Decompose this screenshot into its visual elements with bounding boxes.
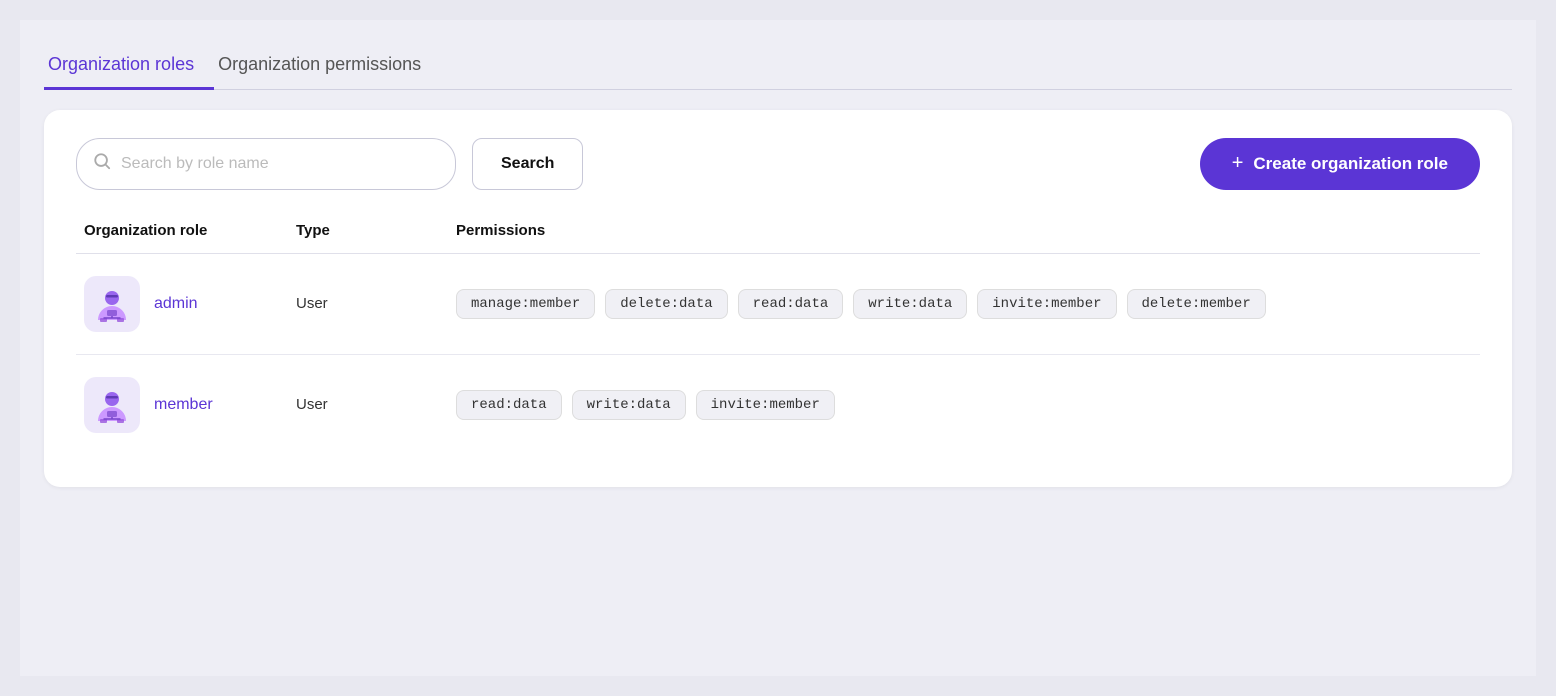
permissions-cell-member: read:data write:data invite:member: [456, 354, 1480, 455]
table-row: admin Usermanage:member delete:data read:d…: [76, 253, 1480, 354]
role-name-member[interactable]: member: [154, 396, 213, 414]
tab-org-roles[interactable]: Organization roles: [44, 44, 214, 90]
col-header-role: Organization role: [76, 214, 296, 254]
roles-table: Organization role Type Permissions: [76, 214, 1480, 455]
role-cell-member: member: [76, 354, 296, 455]
main-container: Organization roles Organization permissi…: [44, 44, 1512, 487]
card: Search + Create organization role Organi…: [44, 110, 1512, 487]
role-cell-admin: admin: [76, 253, 296, 354]
permission-badge: manage:member: [456, 289, 595, 319]
permission-badge: invite:member: [977, 289, 1116, 319]
role-avatar-admin: [84, 276, 140, 332]
permission-badge: read:data: [738, 289, 844, 319]
table-row: member Userread:data write:data invite:mem…: [76, 354, 1480, 455]
type-cell-admin: User: [296, 253, 456, 354]
create-button-label: Create organization role: [1253, 154, 1448, 174]
search-input[interactable]: [121, 155, 439, 173]
permissions-cell-admin: manage:member delete:data read:data write:d…: [456, 253, 1480, 354]
permissions-list-member: read:data write:data invite:member: [456, 390, 1480, 420]
role-cell-inner: member: [76, 377, 296, 433]
permission-badge: delete:member: [1127, 289, 1266, 319]
role-cell-inner: admin: [76, 276, 296, 332]
search-button[interactable]: Search: [472, 138, 583, 190]
col-header-permissions: Permissions: [456, 214, 1480, 254]
toolbar: Search + Create organization role: [76, 138, 1480, 190]
tab-org-permissions[interactable]: Organization permissions: [214, 44, 441, 90]
col-header-type: Type: [296, 214, 456, 254]
permission-badge: delete:data: [605, 289, 727, 319]
permission-badge: read:data: [456, 390, 562, 420]
search-icon: [93, 152, 111, 175]
permissions-list-admin: manage:member delete:data read:data write:d…: [456, 289, 1480, 319]
type-cell-member: User: [296, 354, 456, 455]
tabs-bar: Organization roles Organization permissi…: [44, 44, 1512, 90]
permission-badge: write:data: [853, 289, 967, 319]
permission-badge: invite:member: [696, 390, 835, 420]
role-name-admin[interactable]: admin: [154, 295, 198, 313]
plus-icon: +: [1232, 152, 1244, 175]
create-org-role-button[interactable]: + Create organization role: [1200, 138, 1480, 190]
search-input-wrapper: [76, 138, 456, 190]
page-wrapper: Organization roles Organization permissi…: [20, 20, 1536, 676]
role-avatar-member: [84, 377, 140, 433]
permission-badge: write:data: [572, 390, 686, 420]
